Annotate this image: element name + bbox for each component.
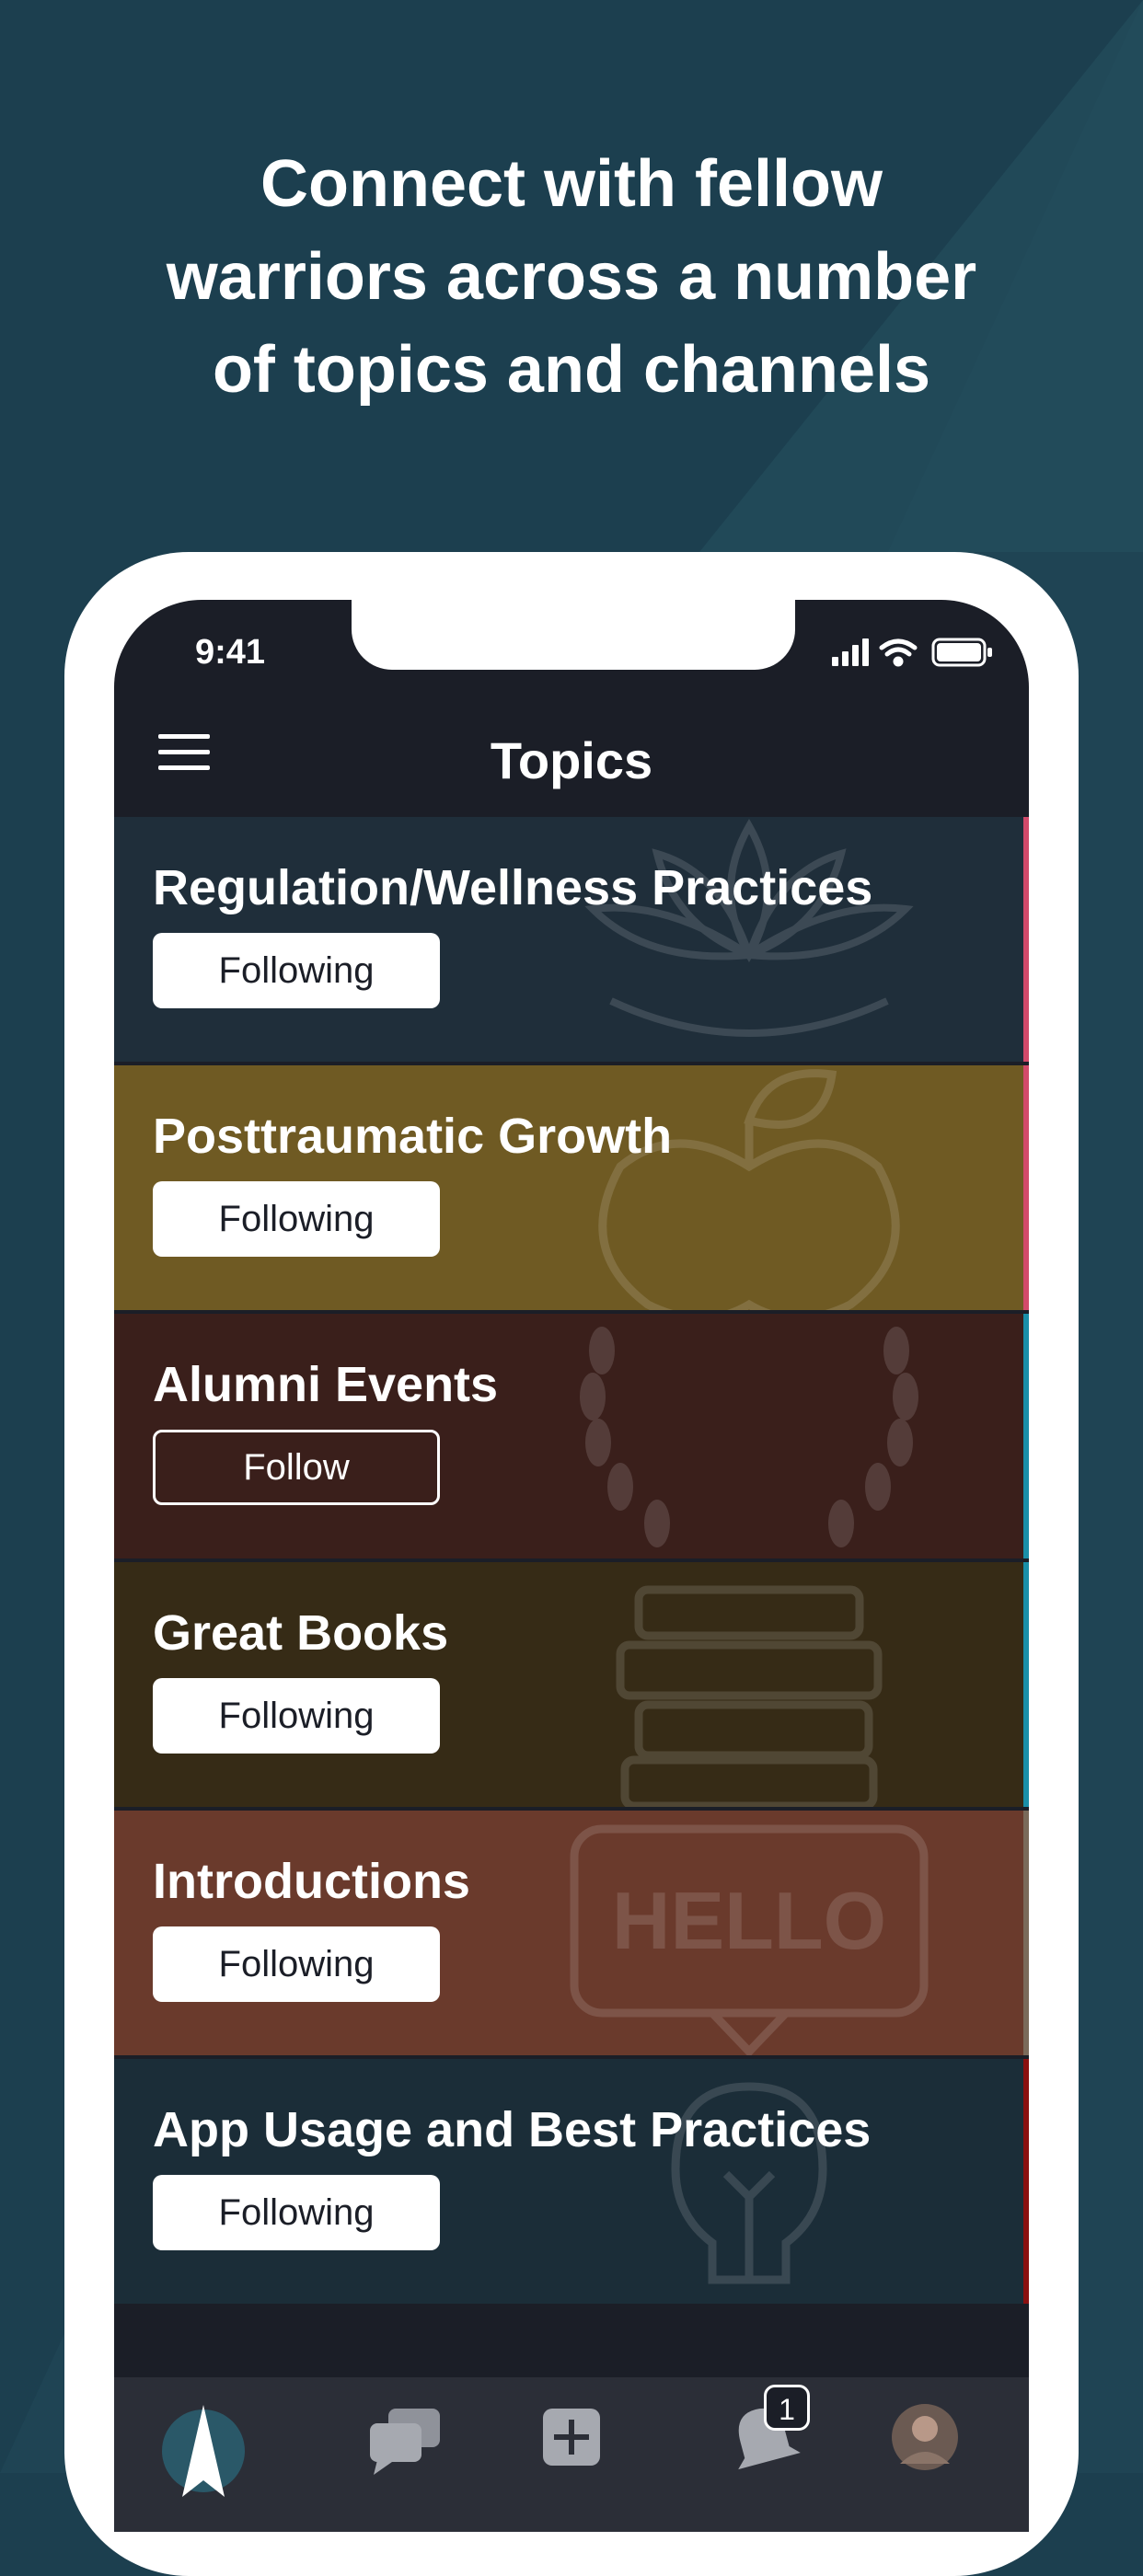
add-post-icon[interactable] <box>530 2396 613 2478</box>
phone-screen: 9:41 Topics Regulation/Wellness Practice… <box>114 600 1029 2532</box>
following-button[interactable]: Following <box>153 1678 440 1754</box>
following-button[interactable]: Following <box>153 1926 440 2002</box>
topic-row[interactable]: Alumni Events Follow <box>114 1314 1029 1558</box>
topic-accent-bar <box>1023 2059 1029 2304</box>
topic-name: Introductions <box>153 1854 470 1909</box>
topic-row[interactable]: HELLO Introductions Following <box>114 1811 1029 2055</box>
topic-accent-bar <box>1023 1065 1029 1310</box>
topic-name: Alumni Events <box>153 1357 499 1412</box>
notifications-bell-icon[interactable]: 1 <box>722 2385 810 2478</box>
lightbulb-icon <box>671 2082 827 2284</box>
following-button[interactable]: Following <box>153 1181 440 1257</box>
topic-row[interactable]: App Usage and Best Practices Following <box>114 2059 1029 2304</box>
topic-accent-bar <box>1023 1811 1029 2055</box>
laurel-wreath-icon <box>580 1327 918 1547</box>
status-time: 9:41 <box>195 633 266 672</box>
headline-line-1: Connect with fellow <box>260 147 883 221</box>
topic-accent-bar <box>1023 817 1029 1062</box>
bottom-tab-bar: 1 <box>114 2377 1029 2532</box>
profile-avatar[interactable] <box>883 2396 966 2478</box>
topic-name: Regulation/Wellness Practices <box>153 860 873 915</box>
apple-sprout-icon <box>598 1069 900 1310</box>
wifi-icon <box>879 638 918 667</box>
following-button[interactable]: Following <box>153 933 440 1008</box>
topic-name: Great Books <box>153 1605 449 1661</box>
notification-badge: 1 <box>764 2385 810 2431</box>
top-nav-bar: Topics <box>114 708 1029 817</box>
topic-list: Regulation/Wellness Practices Following … <box>114 817 1029 2307</box>
topic-name: App Usage and Best Practices <box>153 2102 872 2157</box>
topic-row[interactable]: Regulation/Wellness Practices Following <box>114 817 1029 1062</box>
status-icons <box>832 637 994 673</box>
follow-button[interactable]: Follow <box>153 1430 440 1505</box>
headline-line-2: warriors across a number <box>166 240 977 314</box>
battery-icon <box>931 638 992 667</box>
topic-row[interactable]: Posttraumatic Growth Following <box>114 1065 1029 1310</box>
topic-name: Posttraumatic Growth <box>153 1109 673 1164</box>
chat-bubbles-icon[interactable] <box>364 2396 447 2478</box>
headline-line-3: of topics and channels <box>212 333 931 407</box>
following-button[interactable]: Following <box>153 2175 440 2250</box>
svg-text:HELLO: HELLO <box>612 1875 886 1966</box>
topic-accent-bar <box>1023 1314 1029 1558</box>
topic-accent-bar <box>1023 1562 1029 1807</box>
page-title: Topics <box>490 731 653 789</box>
signal-icon <box>832 638 869 666</box>
promo-headline: Connect with fellow warriors across a nu… <box>0 138 1143 417</box>
book-stack-icon <box>616 1585 883 1807</box>
lotus-icon <box>584 818 914 1037</box>
compass-icon[interactable] <box>162 2396 245 2497</box>
phone-notch <box>352 600 795 670</box>
hello-sign-icon: HELLO <box>570 1824 929 2055</box>
topic-row[interactable]: Great Books Following <box>114 1562 1029 1807</box>
